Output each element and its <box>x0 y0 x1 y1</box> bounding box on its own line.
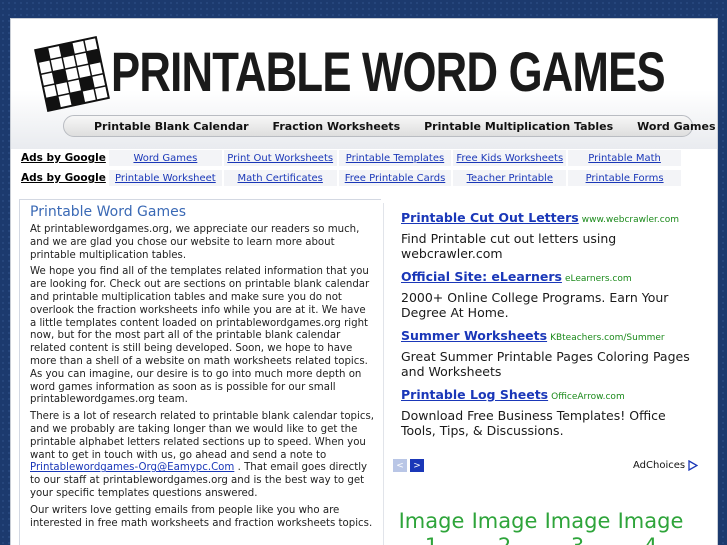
image-number: 3 <box>541 534 614 545</box>
nav-fraction-worksheets[interactable]: Fraction Worksheets <box>261 120 413 133</box>
ad-link-cell: Printable Worksheet <box>109 170 222 186</box>
ad-description: Great Summer Printable Pages Coloring Pa… <box>401 349 690 379</box>
ads-by-google-link[interactable]: Ads by Google <box>21 152 107 164</box>
ad-link-cell: Teacher Printable <box>453 170 567 186</box>
ad-title-link[interactable]: Printable Log Sheets <box>401 387 548 402</box>
image-label: Image <box>398 509 465 533</box>
sponsored-ads: Printable Cut Out Letters www.webcrawler.… <box>387 203 697 473</box>
nav-word-games[interactable]: Word Games <box>625 120 727 133</box>
ad-description: 2000+ Online College Programs. Earn Your… <box>401 290 669 320</box>
site-header: PRINTABLE WORD GAMES Printable Blank Cal… <box>11 19 717 149</box>
ad-link-cell: Free Kids Worksheets <box>453 150 567 166</box>
ad-link-cell: Printable Templates <box>338 150 452 166</box>
adchoices-link[interactable]: AdChoices <box>633 460 699 471</box>
ad-link[interactable]: Math Certificates <box>238 173 323 184</box>
ad-link[interactable]: Teacher Printable <box>467 173 553 184</box>
contact-email-link[interactable]: Printablewordgames-Org@Eamypc.Com <box>30 462 234 473</box>
ad-block: Printable Log Sheets OfficeArrow.com Down… <box>401 384 701 438</box>
crossword-grid-icon <box>34 36 110 112</box>
ad-link-cell: Print Out Worksheets <box>223 150 337 166</box>
image-number: 4 <box>614 534 687 545</box>
site-logo-title[interactable]: PRINTABLE WORD GAMES <box>111 37 666 107</box>
ad-title-link[interactable]: Official Site: eLearners <box>401 269 562 284</box>
ad-link-cell: Word Games <box>109 150 222 166</box>
image-placeholders: Image 1 Image 2 Image 3 Image 4 <box>395 509 715 545</box>
ad-link[interactable]: Printable Forms <box>586 173 664 184</box>
ad-link[interactable]: Free Kids Worksheets <box>456 153 563 164</box>
ad-pager: < > <box>393 459 424 472</box>
ad-links-row-2: Ads by Google Printable Worksheet Math C… <box>21 170 681 186</box>
image-placeholder[interactable]: Image 1 <box>395 509 468 545</box>
image-number: 1 <box>395 534 468 545</box>
article-paragraph: At printablewordgames.org, we appreciate… <box>30 224 360 261</box>
ad-link-cell: Math Certificates <box>223 170 337 186</box>
adchoices-label: AdChoices <box>633 460 686 471</box>
ad-description: Download Free Business Templates! Office… <box>401 408 666 438</box>
ad-domain[interactable]: www.webcrawler.com <box>582 215 679 225</box>
image-placeholder[interactable]: Image 3 <box>541 509 614 545</box>
ads-by-google-link[interactable]: Ads by Google <box>21 172 107 184</box>
ad-link[interactable]: Word Games <box>133 153 197 164</box>
main-nav: Printable Blank Calendar Fraction Worksh… <box>63 115 716 137</box>
ad-domain[interactable]: eLearners.com <box>565 274 632 284</box>
ad-domain[interactable]: OfficeArrow.com <box>551 392 625 402</box>
ad-block: Summer Worksheets KBteachers.com/Summer G… <box>401 325 701 379</box>
ad-title-link[interactable]: Printable Cut Out Letters <box>401 210 579 225</box>
ad-link[interactable]: Printable Worksheet <box>115 173 216 184</box>
ad-link[interactable]: Print Out Worksheets <box>227 153 333 164</box>
chevron-left-icon[interactable]: < <box>393 459 407 472</box>
ad-link[interactable]: Printable Templates <box>346 153 444 164</box>
ad-link[interactable]: Printable Math <box>588 153 661 164</box>
ad-link-cell: Printable Math <box>568 150 681 166</box>
image-label: Image <box>617 509 684 533</box>
ad-links-row-1: Ads by Google Word Games Print Out Works… <box>21 150 681 166</box>
image-placeholder[interactable]: Image 4 <box>614 509 687 545</box>
page-title: Printable Word Games <box>30 204 187 220</box>
ad-block: Printable Cut Out Letters www.webcrawler.… <box>401 207 701 261</box>
nav-printable-multiplication-tables[interactable]: Printable Multiplication Tables <box>412 120 625 133</box>
article-paragraph: We hope you find all of the templates re… <box>30 266 370 406</box>
image-placeholder[interactable]: Image 2 <box>468 509 541 545</box>
ad-link[interactable]: Free Printable Cards <box>345 173 446 184</box>
ad-link-cell: Free Printable Cards <box>338 170 452 186</box>
article-paragraph: There is a lot of research related to pr… <box>30 411 375 501</box>
image-label: Image <box>471 509 538 533</box>
ad-link-cell: Printable Forms <box>568 170 681 186</box>
nav-printable-blank-calendar[interactable]: Printable Blank Calendar <box>82 120 261 133</box>
article-text: There is a lot of research related to pr… <box>30 411 375 461</box>
image-label: Image <box>544 509 611 533</box>
page-frame: PRINTABLE WORD GAMES Printable Blank Cal… <box>10 18 718 545</box>
adchoices-icon <box>688 460 699 471</box>
column-divider <box>383 203 384 545</box>
ad-title-link[interactable]: Summer Worksheets <box>401 328 547 343</box>
ad-description: Find Printable cut out letters using web… <box>401 231 617 261</box>
main-article: Printable Word Games At printablewordgam… <box>19 199 381 545</box>
ad-block: Official Site: eLearners eLearners.com 20… <box>401 266 701 320</box>
image-number: 2 <box>468 534 541 545</box>
article-paragraph: Our writers love getting emails from peo… <box>30 504 373 529</box>
chevron-right-icon[interactable]: > <box>410 459 424 472</box>
ad-domain[interactable]: KBteachers.com/Summer <box>550 333 665 343</box>
